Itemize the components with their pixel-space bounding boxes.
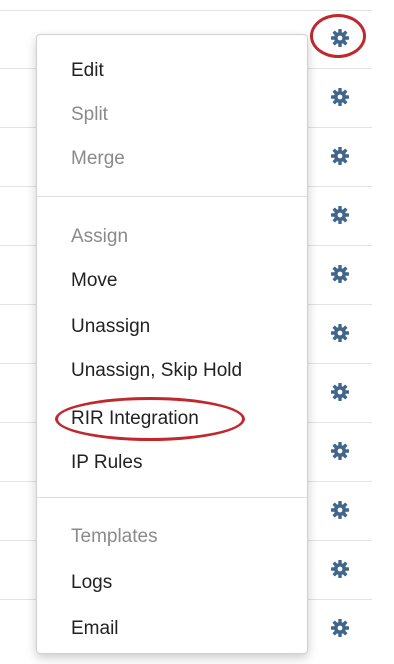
menu-item-move[interactable]: Move — [71, 269, 117, 293]
table-background: Edit Split Merge Assign Move Unassign Un… — [0, 0, 394, 664]
gear-icon[interactable] — [330, 146, 350, 166]
menu-divider — [37, 497, 307, 498]
menu-item-unassign-skip-hold[interactable]: Unassign, Skip Hold — [71, 359, 242, 383]
menu-item-ip-rules[interactable]: IP Rules — [71, 451, 142, 475]
row-divider — [0, 10, 372, 11]
gear-icon[interactable] — [330, 264, 350, 284]
gear-icon[interactable] — [330, 441, 350, 461]
menu-item-logs[interactable]: Logs — [71, 571, 112, 595]
gear-icon[interactable] — [330, 205, 350, 225]
gear-icon[interactable] — [330, 87, 350, 107]
menu-item-split: Split — [71, 104, 108, 125]
menu-divider — [37, 196, 307, 197]
row-actions-menu: Edit Split Merge Assign Move Unassign Un… — [36, 34, 308, 654]
menu-item-unassign[interactable]: Unassign — [71, 315, 150, 339]
gear-icon[interactable] — [330, 618, 350, 638]
gear-icon[interactable] — [330, 500, 350, 520]
annotation-circle — [310, 14, 366, 58]
menu-item-templates: Templates — [71, 526, 158, 547]
gear-icon[interactable] — [330, 382, 350, 402]
menu-item-assign: Assign — [71, 226, 129, 247]
menu-item-merge: Merge — [71, 148, 125, 169]
annotation-circle — [55, 397, 245, 441]
menu-item-email[interactable]: Email — [71, 617, 119, 641]
gear-icon[interactable] — [330, 323, 350, 343]
gear-icon[interactable] — [330, 559, 350, 579]
menu-item-edit[interactable]: Edit — [71, 59, 104, 83]
